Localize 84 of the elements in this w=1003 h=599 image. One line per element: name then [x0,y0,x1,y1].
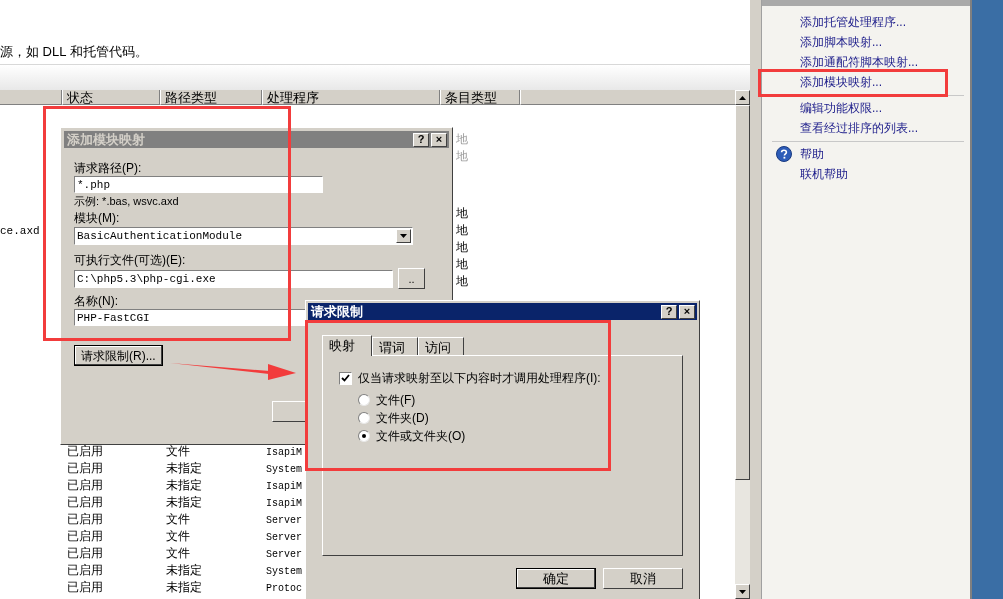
table-cell: 未指定 [166,494,202,509]
table-cell: 地 [456,222,468,237]
scroll-up-button[interactable] [735,90,750,105]
scrollbar-thumb[interactable] [735,105,750,480]
help-button[interactable]: ? [413,132,429,147]
up-arrow-icon [739,95,746,100]
table-cell: 地 [456,273,468,288]
table-cell: 已启用 [67,528,103,543]
table-cell: 已启用 [67,477,103,492]
table-cell: System [266,565,302,577]
module-dropdown[interactable]: BasicAuthenticationModule [74,227,413,245]
table-cell: Server [266,531,302,543]
table-cell: Server [266,514,302,526]
close-button[interactable]: × [431,132,447,147]
field-label: 可执行文件(可选)(E): [74,253,186,268]
text-field[interactable]: *.php [74,176,323,193]
table-cell: 已启用 [67,579,103,594]
table-cell: 未指定 [166,562,202,577]
field-label: 模块(M): [74,211,120,226]
radio-label: 文件(F) [376,392,416,409]
table-cell: 地 [456,256,468,271]
check-icon [341,374,350,382]
radio-button[interactable] [358,430,370,442]
text-field[interactable]: C:\php5.3\php-cgi.exe [74,269,393,288]
down-arrow-icon [739,589,746,594]
scroll-down-button[interactable] [735,584,750,599]
hint-text: 示例: *.bas, wsvc.axd [74,194,179,209]
checkbox-label: 仅当请求映射至以下内容时才调用处理程序(I): [358,370,601,387]
field-label: 请求路径(P): [74,161,142,176]
window-title: 添加模块映射 [67,130,145,149]
column-header[interactable] [0,90,62,105]
table-cell: IsapiM [266,480,302,492]
table-cell: 未指定 [166,477,202,492]
table-cell: 文件 [166,528,190,543]
table-cell: 文件 [166,443,190,458]
radio-button[interactable] [358,412,370,424]
field-label: 名称(N): [74,294,118,309]
action-link[interactable]: 帮助 [800,145,824,163]
checkbox[interactable] [339,371,352,385]
table-cell: 已启用 [67,545,103,560]
tab[interactable]: 谓词 [372,337,418,355]
restrictions-button[interactable]: 请求限制(R)... [74,345,163,366]
action-link[interactable]: 添加托管处理程序... [800,13,906,31]
action-link[interactable]: 添加脚本映射... [800,33,882,51]
description-text: 源，如 DLL 和托管代码。 [0,44,148,59]
help-button[interactable]: ? [661,304,677,319]
tab[interactable]: 映射 [322,335,372,356]
close-button[interactable]: × [679,304,695,319]
table-cell: 已启用 [67,494,103,509]
browse-button[interactable]: .. [398,268,425,289]
table-cell: IsapiM [266,497,302,509]
table-cell: 已启用 [67,511,103,526]
table-cell: Server [266,548,302,560]
radio-label: 文件夹(D) [376,410,429,427]
dropdown-arrow-icon [400,234,407,238]
action-link[interactable]: 查看经过排序的列表... [800,119,918,137]
table-cell: System [266,463,302,475]
action-link[interactable]: 添加模块映射... [800,73,882,91]
action-link[interactable]: 编辑功能权限... [800,99,882,117]
column-header[interactable]: 状态 [62,90,160,105]
cancel-button[interactable]: 取消 [603,568,683,589]
table-cell: ce.axd [0,225,40,237]
table-cell: Protoc [266,582,302,594]
table-cell: 地 [456,131,468,146]
table-cell: 地 [456,239,468,254]
tab[interactable]: 访问 [418,337,464,355]
table-cell: 已启用 [67,460,103,475]
action-link[interactable]: 联机帮助 [800,165,848,183]
table-cell: IsapiM [266,446,302,458]
ok-button[interactable]: 确定 [516,568,596,589]
action-link[interactable]: 添加通配符脚本映射... [800,53,918,71]
table-cell: 已启用 [67,443,103,458]
table-cell: 已启用 [67,562,103,577]
table-cell: 文件 [166,511,190,526]
column-header[interactable]: 路径类型 [160,90,262,105]
table-cell: 地 [456,148,468,163]
help-icon [776,146,792,162]
radio-button[interactable] [358,394,370,406]
table-cell: 未指定 [166,579,202,594]
radio-label: 文件或文件夹(O) [376,428,466,445]
column-header[interactable]: 处理程序 [262,90,440,105]
table-cell: 文件 [166,545,190,560]
table-cell: 未指定 [166,460,202,475]
table-cell: 地 [456,205,468,220]
